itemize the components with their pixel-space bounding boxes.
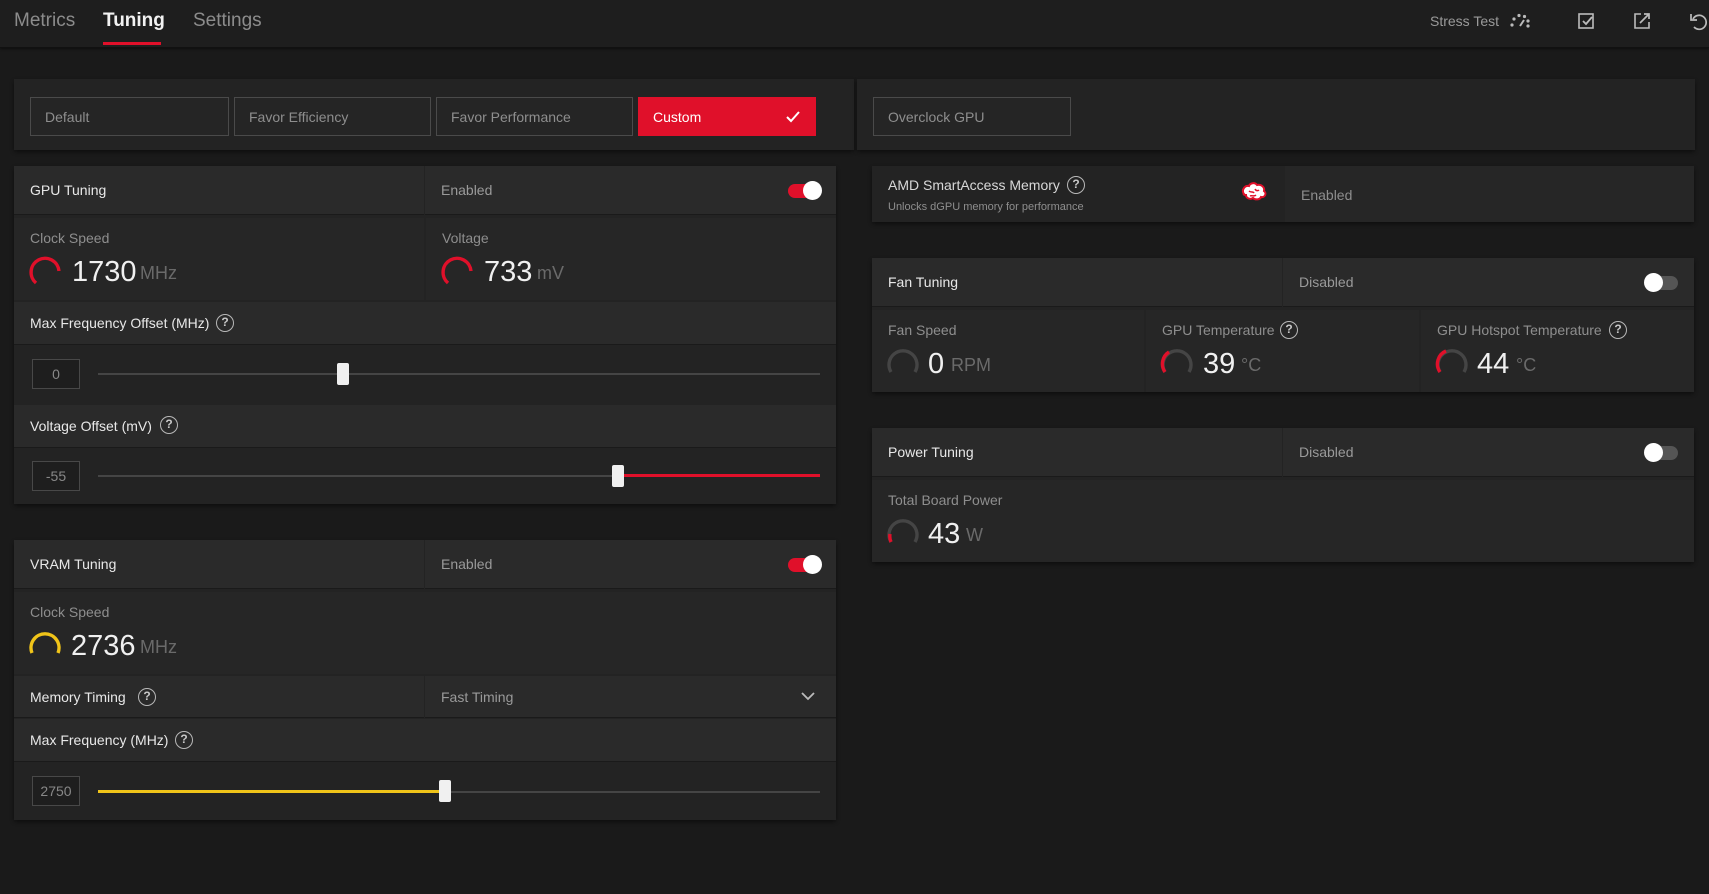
- vram-clock-unit: MHz: [140, 637, 177, 657]
- gpu-temp-label: GPU Temperature: [1162, 322, 1275, 338]
- tab-underline: [103, 42, 161, 45]
- vram-max-freq-input[interactable]: 2750: [32, 776, 80, 806]
- tab-settings[interactable]: Settings: [193, 10, 262, 32]
- max-freq-offset-input[interactable]: 0: [32, 359, 80, 389]
- vram-clock-cell: [14, 592, 836, 674]
- gpu-clock-unit: MHz: [140, 263, 177, 283]
- gpu-voltage-gauge-icon: [441, 256, 473, 285]
- max-freq-offset-label: Max Frequency Offset (MHz): [30, 315, 210, 331]
- gpu-voltage-value: 733: [484, 256, 533, 288]
- gpu-clock-gauge-icon: [29, 256, 61, 285]
- fan-speed-label: Fan Speed: [888, 322, 957, 338]
- memory-timing-dropdown[interactable]: Fast Timing: [425, 676, 836, 718]
- memory-timing-value: Fast Timing: [441, 689, 514, 705]
- help-icon[interactable]: ?: [138, 688, 156, 706]
- brain-icon: [1241, 182, 1267, 201]
- help-icon[interactable]: ?: [1280, 321, 1298, 339]
- vram-tuning-toggle[interactable]: [788, 555, 822, 574]
- preset-performance-button[interactable]: Favor Performance: [436, 97, 633, 136]
- help-icon[interactable]: ?: [216, 314, 234, 332]
- preset-custom-label: Custom: [653, 109, 702, 125]
- top-bar: Metrics Tuning Settings Stress Test: [0, 0, 1709, 48]
- gpu-temp-unit: °C: [1241, 355, 1262, 375]
- voltage-offset-slider[interactable]: [611, 465, 624, 487]
- help-icon[interactable]: ?: [1609, 321, 1627, 339]
- gpu-hotspot-gauge-icon: [1435, 349, 1468, 373]
- import-profile-icon[interactable]: [1575, 10, 1597, 32]
- tbp-gauge-icon: [887, 519, 919, 543]
- max-freq-offset-slider[interactable]: [337, 363, 350, 385]
- help-icon[interactable]: ?: [160, 416, 178, 434]
- gpu-temp-value: 39: [1203, 348, 1236, 380]
- gpu-tuning-title: GPU Tuning: [14, 166, 424, 215]
- vram-max-freq-slider[interactable]: [438, 780, 451, 802]
- memory-timing-label: Memory Timing: [14, 676, 424, 718]
- overclock-gpu-button[interactable]: Overclock GPU: [873, 97, 1071, 136]
- vram-max-freq-label: Max Frequency (MHz): [30, 732, 169, 748]
- gpu-hotspot-value: 44: [1477, 348, 1510, 380]
- gpu-hotspot-unit: °C: [1516, 355, 1537, 375]
- reset-icon[interactable]: [1687, 10, 1709, 32]
- gpu-tuning-toggle[interactable]: [788, 181, 822, 200]
- max-freq-offset-header: Max Frequency Offset (MHz): [14, 302, 836, 345]
- power-tuning-toggle[interactable]: [1644, 443, 1678, 462]
- tbp-value: 43: [928, 518, 961, 550]
- chevron-down-icon[interactable]: [800, 690, 816, 702]
- fan-speed-unit: RPM: [951, 355, 991, 375]
- power-tuning-state: Disabled: [1283, 428, 1694, 477]
- gpu-clock-value: 1730: [72, 256, 137, 288]
- gpu-temp-gauge-icon: [1160, 349, 1193, 373]
- vram-tuning-title: VRAM Tuning: [14, 540, 424, 589]
- sam-state: Enabled: [1301, 187, 1353, 203]
- preset-default-button[interactable]: Default: [30, 97, 229, 136]
- stress-test-gauge-icon[interactable]: [1509, 10, 1531, 32]
- vram-max-freq-header: Max Frequency (MHz): [14, 719, 836, 762]
- gpu-voltage-unit: mV: [537, 263, 564, 283]
- preset-custom-button[interactable]: Custom: [638, 97, 816, 136]
- fan-speed-value: 0: [928, 348, 945, 380]
- gpu-voltage-label: Voltage: [442, 230, 489, 246]
- help-icon[interactable]: ?: [175, 731, 193, 749]
- vram-tuning-state: Enabled: [425, 540, 836, 589]
- tab-tuning[interactable]: Tuning: [103, 10, 165, 32]
- max-freq-offset-track: [98, 373, 820, 375]
- fan-tuning-toggle[interactable]: [1644, 273, 1678, 292]
- voltage-offset-fill: [617, 474, 820, 477]
- vram-clock-gauge-icon: [29, 632, 61, 654]
- gpu-tuning-state: Enabled: [425, 166, 836, 215]
- vram-clock-label: Clock Speed: [30, 604, 110, 620]
- preset-efficiency-button[interactable]: Favor Efficiency: [234, 97, 431, 136]
- fan-speed-gauge-icon: [887, 349, 919, 373]
- gpu-hotspot-label: GPU Hotspot Temperature: [1437, 322, 1602, 338]
- vram-max-freq-fill: [98, 790, 445, 793]
- voltage-offset-label: Voltage Offset (mV): [30, 418, 152, 434]
- fan-tuning-title: Fan Tuning: [872, 258, 1282, 307]
- sam-title: AMD SmartAccess Memory: [888, 177, 1060, 193]
- voltage-offset-header: Voltage Offset (mV): [14, 405, 836, 448]
- tab-metrics[interactable]: Metrics: [14, 10, 75, 32]
- export-profile-icon[interactable]: [1631, 10, 1653, 32]
- gpu-clock-label: Clock Speed: [30, 230, 110, 246]
- stress-test-label[interactable]: Stress Test: [1430, 13, 1499, 29]
- help-icon[interactable]: ?: [1067, 176, 1085, 194]
- sam-desc: Unlocks dGPU memory for performance: [888, 201, 1084, 213]
- fan-tuning-state: Disabled: [1283, 258, 1694, 307]
- voltage-offset-input[interactable]: -55: [32, 461, 80, 491]
- checkmark-icon: [786, 111, 800, 123]
- tbp-unit: W: [966, 525, 983, 545]
- tbp-label: Total Board Power: [888, 492, 1003, 508]
- vram-clock-value: 2736: [71, 630, 136, 662]
- power-tuning-title: Power Tuning: [872, 428, 1282, 477]
